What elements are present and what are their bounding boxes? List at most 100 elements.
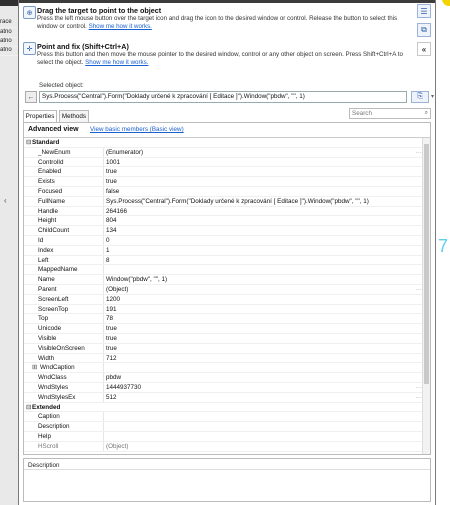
property-row[interactable]: FullName Sys.Process("Central").Form("Dok… <box>24 196 428 207</box>
show-me-link[interactable]: Show me how it works. <box>89 23 152 30</box>
collapse-icon[interactable]: « <box>417 42 431 56</box>
property-row[interactable]: Visible true <box>24 333 428 344</box>
property-name: Parent <box>38 285 57 293</box>
property-value[interactable]: 512 <box>106 393 416 403</box>
basic-view-link[interactable]: View basic members (Basic view) <box>90 126 184 133</box>
property-row[interactable]: Description <box>24 422 428 432</box>
crosshair-icon[interactable]: ✛ <box>23 42 36 55</box>
property-value[interactable]: 1001 <box>106 158 416 168</box>
column-separator <box>103 324 104 333</box>
column-separator <box>103 363 104 373</box>
property-value[interactable]: 0 <box>106 236 416 246</box>
property-value[interactable]: 191 <box>106 305 416 315</box>
property-value[interactable]: Window("pbdw", "", 1) <box>106 275 416 285</box>
divider <box>24 469 430 470</box>
search-placeholder: Search <box>352 110 372 117</box>
expand-icon[interactable]: ⊞ <box>32 363 37 373</box>
category-name: Standard <box>32 139 60 146</box>
property-row[interactable]: Focused false <box>24 186 428 197</box>
category-row[interactable]: ⊟ Extended <box>24 402 428 413</box>
property-value[interactable]: 1200 <box>106 295 416 305</box>
property-row[interactable]: _NewEnum (Enumerator) ··· <box>24 147 428 158</box>
scrollbar[interactable] <box>422 138 430 454</box>
copy-icon[interactable]: ⎘ <box>411 91 429 103</box>
property-row[interactable]: Index 1 <box>24 245 428 256</box>
search-input[interactable]: Search ⌕ <box>349 108 431 119</box>
advanced-view-label: Advanced view <box>28 126 79 133</box>
property-row[interactable]: Unicode true <box>24 324 428 334</box>
property-row[interactable]: ScreenLeft 1200 <box>24 294 428 305</box>
property-row[interactable]: Caption <box>24 412 428 423</box>
column-separator <box>103 294 104 304</box>
property-value[interactable]: Sys.Process("Central").Form("Doklady urč… <box>106 197 416 207</box>
property-row[interactable]: Exists true <box>24 177 428 187</box>
selected-object-field[interactable]: Sys.Process("Central").Form("Doklady urč… <box>39 91 407 103</box>
property-value[interactable]: (Object) <box>106 285 416 295</box>
property-value[interactable]: 712 <box>106 354 416 364</box>
property-value[interactable]: (Enumerator) <box>106 148 416 158</box>
property-row[interactable]: ChildCount 134 <box>24 226 428 236</box>
property-row[interactable]: Left 8 <box>24 255 428 266</box>
property-value[interactable]: pbdw <box>106 373 416 383</box>
property-row[interactable]: Enabled true <box>24 167 428 178</box>
property-value[interactable]: 1444937730 <box>106 383 416 393</box>
scrollbar-thumb[interactable] <box>424 144 429 384</box>
tab-properties[interactable]: Properties <box>23 110 57 122</box>
property-name: Unicode <box>38 325 62 333</box>
property-row[interactable]: ScreenTop 191 <box>24 304 428 315</box>
property-name: Description <box>38 423 70 431</box>
property-row[interactable]: Top 78 <box>24 314 428 325</box>
property-value[interactable]: 264166 <box>106 207 416 217</box>
property-value[interactable]: 78 <box>106 314 416 324</box>
property-row[interactable]: HScroll (Object) <box>24 441 428 452</box>
property-value[interactable]: 134 <box>106 226 416 236</box>
property-row[interactable]: VisibleOnScreen true <box>24 343 428 354</box>
collapse-icon[interactable]: ⊟ <box>26 403 31 413</box>
property-row[interactable]: ⊞ WndCaption <box>24 363 428 374</box>
property-row[interactable]: Name Window("pbdw", "", 1) <box>24 275 428 285</box>
column-separator <box>103 373 104 382</box>
category-row[interactable]: ⊟ Standard <box>24 138 428 148</box>
property-row[interactable]: Width 712 <box>24 353 428 364</box>
property-row[interactable]: ControlId 1001 <box>24 157 428 168</box>
object-browser-icon[interactable]: ☰ <box>417 4 431 18</box>
property-row[interactable]: Id 0 <box>24 235 428 246</box>
back-arrow-icon[interactable]: ← <box>25 91 37 103</box>
property-name: Width <box>38 354 55 362</box>
property-row[interactable]: MappedName <box>24 265 428 276</box>
property-name: ChildCount <box>38 227 70 235</box>
column-separator <box>103 422 104 431</box>
column-separator <box>103 265 104 275</box>
highlight-icon[interactable]: ⧉ <box>417 23 431 37</box>
description-label: Description <box>28 462 60 469</box>
property-row[interactable]: WndStylesEx 512 ··· <box>24 392 428 403</box>
property-value[interactable]: 1 <box>106 246 416 256</box>
property-row[interactable]: Height 804 <box>24 216 428 227</box>
property-row[interactable]: WndStyles 1444937730 ··· <box>24 382 428 393</box>
chevron-down-icon[interactable]: ▾ <box>431 93 434 100</box>
property-row[interactable]: WndClass pbdw <box>24 373 428 383</box>
instruction-text: Press this button and then move the mous… <box>37 51 403 66</box>
property-value[interactable]: true <box>106 167 416 177</box>
property-name: Enabled <box>38 168 62 176</box>
property-row[interactable]: Handle 264166 <box>24 206 428 217</box>
tab-methods[interactable]: Methods <box>59 110 89 122</box>
property-value[interactable]: true <box>106 177 416 187</box>
target-icon[interactable]: ⊕ <box>23 6 36 19</box>
collapse-icon[interactable]: ⊟ <box>26 138 31 148</box>
show-me-link[interactable]: Show me how it works. <box>85 59 148 66</box>
property-value[interactable]: true <box>106 334 416 344</box>
property-row[interactable]: Help <box>24 431 428 442</box>
property-name: Height <box>38 217 57 225</box>
property-value[interactable]: true <box>106 324 416 334</box>
properties-grid: Advanced view View basic members (Basic … <box>23 122 431 455</box>
property-value[interactable]: true <box>106 344 416 354</box>
property-value[interactable]: 804 <box>106 216 416 226</box>
column-separator <box>103 147 104 157</box>
property-row[interactable]: Parent (Object) ··· <box>24 284 428 295</box>
property-value[interactable]: 8 <box>106 256 416 266</box>
property-value[interactable]: false <box>106 187 416 197</box>
instruction-title: Point and fix (Shift+Ctrl+A) <box>37 42 129 51</box>
property-value[interactable]: (Object) <box>106 442 416 452</box>
property-name: WndStylesEx <box>38 393 76 401</box>
